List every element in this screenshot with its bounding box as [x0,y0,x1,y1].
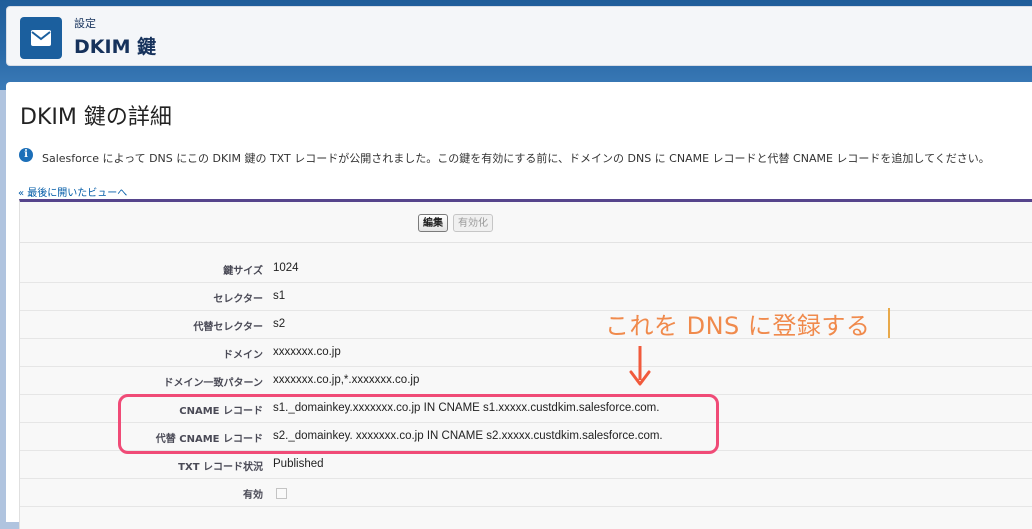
field-label: セレクター [213,294,263,305]
header-title: DKIM 鍵 [74,36,157,58]
envelope-icon [20,17,62,59]
text-cursor [888,308,890,338]
field-value: s1 [273,290,286,302]
field-label: 代替セレクター [193,322,263,333]
field-row-alt-selector: 代替セレクター s2 [20,310,1032,339]
field-label: TXT レコード状況 [178,462,263,473]
activate-button[interactable]: 有効化 [453,214,493,232]
page-title: DKIM 鍵の詳細 [20,105,172,130]
field-row-key-size: 鍵サイズ 1024 [20,254,1032,283]
annotation-text: これを DNS に登録する [605,312,871,340]
main-content: DKIM 鍵の詳細 i Salesforce によって DNS にこの DKIM… [6,82,1032,529]
field-row-domain: ドメイン xxxxxxx.co.jp [20,338,1032,367]
field-label: 鍵サイズ [223,266,263,277]
field-value: s2 [273,318,286,330]
edit-button[interactable]: 編集 [418,214,448,232]
breadcrumb[interactable]: 設定 [74,15,96,31]
field-value: xxxxxxx.co.jp,*.xxxxxxx.co.jp [273,374,420,386]
field-row-active: 有効 [20,478,1032,507]
field-value: xxxxxxx.co.jp [273,346,341,358]
field-label: ドメイン [223,350,263,361]
highlight-box [118,394,719,454]
field-label: 有効 [243,490,263,501]
field-row-selector: セレクター s1 [20,282,1032,311]
field-value: Published [273,458,324,470]
info-icon: i [19,148,33,162]
field-value: 1024 [273,262,299,274]
active-checkbox [276,488,287,499]
button-row: 編集 有効化 [20,202,1032,243]
page-header: 設定 DKIM 鍵 [6,6,1032,66]
detail-panel: 編集 有効化 鍵サイズ 1024 セレクター s1 代替セレクター s2 ドメイ… [19,199,1032,529]
down-arrow-icon [629,346,651,386]
field-row-txt-status: TXT レコード状況 Published [20,450,1032,479]
field-label: ドメイン一致パターン [163,378,264,389]
back-to-list-link[interactable]: « 最後に開いたビューへ [18,184,127,199]
info-message: Salesforce によって DNS にこの DKIM 鍵の TXT レコード… [42,152,990,165]
field-row-domain-pattern: ドメイン一致パターン xxxxxxx.co.jp,*.xxxxxxx.co.jp [20,366,1032,395]
